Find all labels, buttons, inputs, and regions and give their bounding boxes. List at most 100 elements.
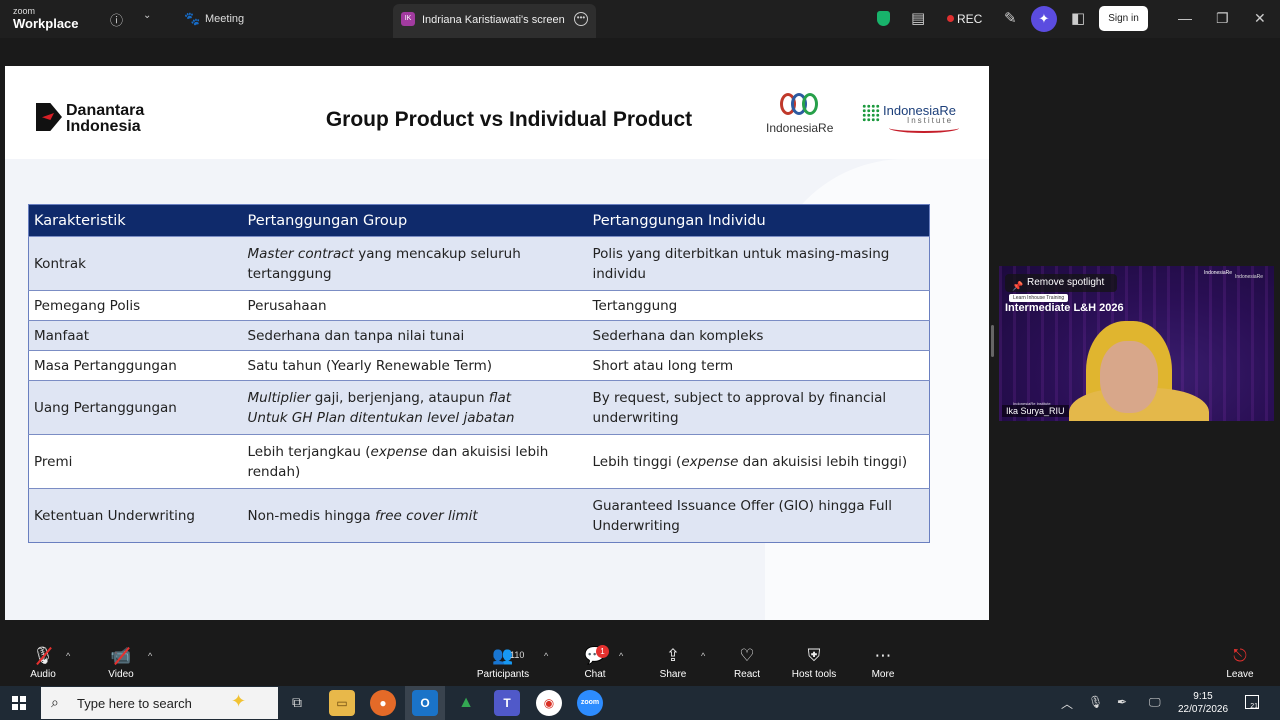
spotlight-label: Remove spotlight [1027,277,1105,288]
title-bar: zoom Workplace ⓘ ⌄ 🐾 Meeting IK Indriana… [0,0,1280,38]
cell-karakteristik: Masa Pertanggungan [28,350,243,381]
search-highlight-icon: ✦ [231,691,247,711]
zoom-app-icon[interactable]: zoom [577,690,603,716]
restore-icon[interactable]: ❐ [1216,10,1229,27]
audio-button[interactable]: 🎙 Audio [11,639,75,686]
participants-options-caret-icon[interactable]: ^ [544,651,548,661]
network-tray-icon[interactable]: 🖵 [1149,695,1161,710]
taskbar-clock[interactable]: 9:15 22/07/2026 [1178,690,1228,716]
leave-label: Leave [1226,669,1254,680]
audio-label: Audio [30,669,56,680]
security-shield-icon[interactable] [877,11,890,26]
close-icon[interactable]: ✕ [1254,10,1266,27]
video-button[interactable]: 📹 Video [89,639,153,686]
video-options-caret-icon[interactable]: ^ [148,651,152,661]
brand-line2: Workplace [13,16,79,31]
video-logo-2: IndonesiaRe [1235,274,1264,280]
taskbar-search[interactable]: ⌕ Type here to search ✦ [41,687,278,719]
shared-slide: Danantara Indonesia Group Product vs Ind… [5,66,989,620]
file-explorer-icon[interactable]: ▭ [329,690,355,716]
microphone-tray-icon[interactable]: 🎙 [1088,695,1103,709]
chat-button[interactable]: 💬 1 Chat [563,639,627,686]
clock-date: 22/07/2026 [1178,704,1229,715]
cell-individu: By request, subject to approval by finan… [587,380,930,435]
table-row: Premi Lebih terjangkau (expense dan akui… [28,434,930,489]
chevron-down-icon[interactable]: ⌄ [143,10,151,21]
more-options-icon[interactable]: ••• [574,12,588,26]
leave-icon: ⎋ [1233,646,1247,665]
panel-icon[interactable]: ◧ [1071,9,1085,27]
sign-in-button[interactable]: Sign in [1099,6,1148,31]
share-tab-title: Indriana Karistiawati's screen [422,14,565,26]
participants-count: 110 [510,650,525,660]
cell-karakteristik: Pemegang Polis [28,290,243,321]
firefox-icon[interactable]: ● [370,690,396,716]
cell-group: Non-medis hingga free cover limit [242,488,588,543]
zoom-workplace-logo: zoom Workplace [13,7,79,31]
recording-label[interactable]: REC [957,12,982,26]
table-row: Uang Pertanggungan Multiplier gaji, berj… [28,380,930,435]
remove-spotlight-button[interactable]: 📌 Remove spotlight [1005,274,1117,292]
participants-button[interactable]: 👥 110 Participants [471,639,535,686]
google-drive-icon[interactable]: ▲ [453,690,479,716]
heart-icon: ♡ [739,646,755,665]
participants-icon: 👥 [492,646,514,665]
chat-options-caret-icon[interactable]: ^ [619,651,623,661]
share-screen-icon: ⇪ [665,646,681,665]
meeting-icon: 🐾 [184,11,201,26]
chrome-icon[interactable]: ◉ [536,690,562,716]
cell-individu: Guaranteed Issuance Offer (GIO) hingga F… [587,488,930,543]
cell-group: Master contract yang mencakup seluruh te… [242,236,588,291]
table-row: Ketentuan Underwriting Non-medis hingga … [28,488,930,543]
search-icon: ⌕ [51,694,59,710]
cell-individu: Polis yang diterbitkan untuk masing-masi… [587,236,930,291]
comparison-table: Karakteristik Pertanggungan Group Pertan… [28,204,930,543]
cell-individu: Sederhana dan kompleks [587,320,930,351]
ai-companion-icon[interactable]: ✦ [1031,6,1057,32]
swoosh-decoration [889,123,959,133]
more-button[interactable]: ⋯ More [851,639,915,686]
table-header-row: Karakteristik Pertanggungan Group Pertan… [28,204,930,237]
cell-individu: Lebih tinggi (expense dan akuisisi lebih… [587,434,930,489]
panel-resize-handle[interactable] [991,325,994,357]
notes-icon[interactable]: ▤ [911,9,925,27]
share-options-caret-icon[interactable]: ^ [701,651,705,661]
cell-group: Satu tahun (Yearly Renewable Term) [242,350,588,381]
cell-individu: Tertanggung [587,290,930,321]
leave-button[interactable]: ⎋ Leave [1208,639,1272,686]
annotate-icon[interactable]: ✎ [1004,9,1017,27]
training-tag: Learn Inhouse Training [1009,294,1069,302]
windows-start-icon[interactable] [12,696,26,710]
react-button[interactable]: ♡ React [715,639,779,686]
share-button[interactable]: ⇪ Share [641,639,705,686]
participant-video-tile[interactable]: IndonesiaRe IndonesiaRe Learn Inhouse Tr… [999,266,1274,421]
host-tools-button[interactable]: ⛨ Host tools [782,639,846,686]
share-label: Share [659,669,687,680]
audio-options-caret-icon[interactable]: ^ [66,651,70,661]
chat-badge: 1 [596,645,609,658]
table-row: Manfaat Sederhana dan tanpa nilai tunai … [28,320,930,351]
video-off-icon: 📹 [89,639,153,669]
chat-icon: 💬 [584,646,606,665]
screen-share-tab[interactable]: IK Indriana Karistiawati's screen ••• [393,4,596,38]
outlook-icon[interactable]: O [412,690,438,716]
windows-taskbar: ⌕ Type here to search ✦ ⧉ ▭ ● O ▲ T ◉ zo… [0,686,1280,720]
notification-count: 21 [1250,703,1258,710]
task-view-icon[interactable]: ⧉ [292,694,302,711]
header-individu: Pertanggungan Individu [587,204,930,237]
minimize-icon[interactable]: — [1178,10,1192,26]
cell-karakteristik: Premi [28,434,243,489]
teams-icon[interactable]: T [494,690,520,716]
show-hidden-icons-icon[interactable]: ︿ [1061,695,1073,712]
info-icon[interactable]: ⓘ [110,10,123,29]
slide-title: Group Product vs Individual Product [325,108,693,131]
cell-group: Sederhana dan tanpa nilai tunai [242,320,588,351]
notification-center-icon[interactable]: 21 [1245,695,1259,710]
meeting-toolbar: 🎙 Audio ^ 📹 Video ^ 👥 110 Participants ^… [0,639,1280,686]
indonesiare-institute-logo-icon [862,104,880,122]
meeting-tab[interactable]: Meeting [205,13,244,25]
more-label: More [871,669,895,680]
more-icon: ⋯ [874,646,892,665]
pen-tray-icon[interactable]: ✒ [1117,695,1127,709]
react-label: React [733,669,761,680]
